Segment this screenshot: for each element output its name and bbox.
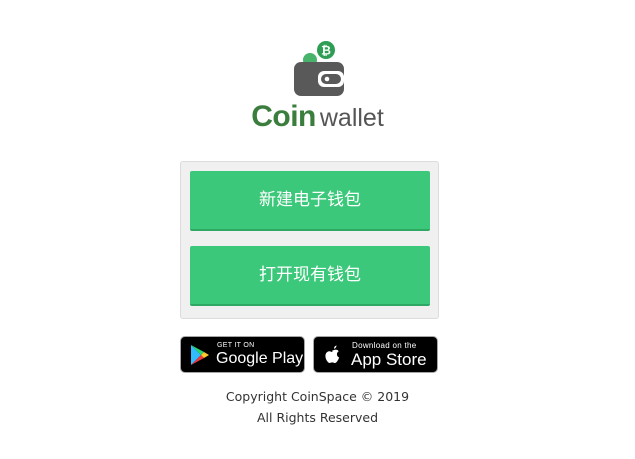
copyright-text: Copyright CoinSpace © 2019: [225, 389, 410, 404]
welcome-screen: ₿ Coin wallet 新建电子钱包 打开现有钱包 GET IT ON Goo…: [0, 0, 635, 459]
brand-word-wallet: wallet: [319, 104, 384, 132]
wallet-actions-card: 新建电子钱包 打开现有钱包: [180, 161, 439, 319]
google-play-label: Google Play: [216, 350, 304, 367]
coin-wallet-logo: ₿ Coin wallet: [0, 40, 635, 134]
open-wallet-button[interactable]: 打开现有钱包: [190, 246, 430, 306]
app-store-label: App Store: [351, 350, 427, 369]
google-play-icon: [191, 345, 209, 365]
google-play-badge[interactable]: GET IT ON Google Play: [180, 336, 305, 373]
apple-icon: [325, 345, 340, 363]
bitcoin-icon: ₿: [321, 44, 331, 58]
wallet-icon: ₿: [293, 41, 344, 96]
brand-word-coin: Coin: [251, 100, 316, 133]
app-store-badge[interactable]: Download on the App Store: [313, 336, 438, 373]
rights-text: All Rights Reserved: [256, 410, 379, 425]
app-store-caption: Download on the: [352, 341, 417, 350]
google-play-caption: GET IT ON: [217, 342, 255, 349]
create-wallet-button[interactable]: 新建电子钱包: [190, 171, 430, 231]
brand-wordmark: Coin wallet: [0, 100, 635, 134]
footer: Copyright CoinSpace © 2019 All Rights Re…: [0, 386, 635, 428]
